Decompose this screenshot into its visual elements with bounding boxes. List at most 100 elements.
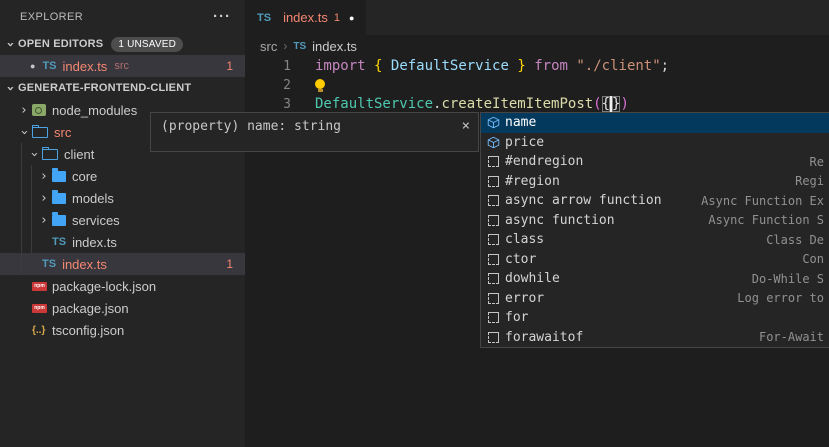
indent-guide (31, 165, 32, 253)
suggest-item-label: forawaitof (505, 330, 583, 345)
suggest-item-async-arrow-function[interactable]: async arrow functionAsync Function Ex (481, 191, 829, 211)
snippet-glyph (488, 234, 499, 245)
suggest-item-price[interactable]: price (481, 133, 829, 153)
snippet-symbol-icon (486, 233, 501, 247)
suggest-item-name[interactable]: name (481, 113, 829, 133)
suggest-item-label: #region (505, 174, 560, 189)
workspace-section-header[interactable]: › GENERATE-FRONTEND-CLIENT (0, 77, 245, 99)
snippet-glyph (488, 195, 499, 206)
folder-open-icon (32, 127, 48, 138)
open-editors-label: OPEN EDITORS (18, 38, 103, 50)
tab-bar: TS index.ts 1 ● (245, 0, 829, 35)
suggest-item-label: ctor (505, 252, 536, 267)
tree-item-label: index.ts (72, 235, 117, 250)
suggest-item-#region[interactable]: #region Regi (481, 172, 829, 192)
tree-item-services[interactable]: › services (0, 209, 245, 231)
tree-item-models[interactable]: ›models (0, 187, 245, 209)
explorer-sidebar: EXPLORER ··· › OPEN EDITORS 1 UNSAVED ● … (0, 0, 245, 447)
open-editor-file-label: index.ts (63, 59, 108, 74)
code-token: { (602, 96, 610, 112)
breadcrumb-file[interactable]: index.ts (312, 39, 357, 54)
npm-icon: npm (32, 304, 47, 313)
field-symbol-icon (486, 116, 501, 130)
snippet-symbol-icon (486, 330, 501, 344)
lightbulb-icon[interactable] (315, 78, 325, 92)
code-line[interactable]: 2 (245, 76, 829, 95)
code-token: } (517, 58, 525, 74)
suggest-item-detail: Regi (785, 174, 824, 188)
tree-item-label: package-lock.json (52, 279, 156, 294)
suggest-item-detail: For-Await (749, 330, 824, 344)
breadcrumb: src › TS index.ts (245, 35, 829, 57)
chevron-right-icon[interactable]: › (36, 170, 52, 183)
modified-dot-icon: ● (30, 61, 35, 71)
suggest-item-detail: Do-While S (742, 272, 824, 286)
tree-item-index.ts[interactable]: ›TSindex.ts (0, 231, 245, 253)
suggest-item-async-function[interactable]: async functionAsync Function S (481, 211, 829, 231)
code-line-content (291, 76, 325, 95)
snippet-glyph (488, 293, 499, 304)
code-token: ( (593, 96, 601, 112)
open-editor-description: src (114, 60, 129, 72)
tree-item-label: src (54, 125, 71, 140)
snippet-symbol-icon (486, 291, 501, 305)
error-squiggle: {} (602, 96, 621, 112)
error-count-badge: 1 (226, 59, 233, 73)
dirty-dot-icon[interactable]: ● (349, 13, 354, 23)
tree-item-package.json[interactable]: ›npmpackage.json (0, 297, 245, 319)
tree-item-label: package.json (52, 301, 129, 316)
tree-item-package-lock.json[interactable]: ›npmpackage-lock.json (0, 275, 245, 297)
suggest-item-label: name (505, 115, 536, 130)
typescript-icon: TS (293, 41, 306, 52)
breadcrumb-folder[interactable]: src (260, 39, 277, 54)
tooltip-text: (property) name: string (161, 119, 341, 134)
chevron-down-icon[interactable]: › (4, 36, 17, 52)
suggest-item-label: async function (505, 213, 615, 228)
suggest-item-detail: Con (792, 252, 824, 266)
chevron-right-icon[interactable]: › (36, 192, 52, 205)
open-editors-section-header[interactable]: › OPEN EDITORS 1 UNSAVED (0, 33, 245, 55)
suggest-item-#endregion[interactable]: #endregionRe (481, 152, 829, 172)
code-line-content: import { DefaultService } from "./client… (291, 57, 669, 76)
suggest-item-label: error (505, 291, 544, 306)
close-icon[interactable]: × (462, 119, 470, 133)
snippet-symbol-icon (486, 194, 501, 208)
tab-index-ts[interactable]: TS index.ts 1 ● (245, 0, 366, 35)
tree-item-label: core (72, 169, 97, 184)
open-editor-item-index-ts[interactable]: ● TS index.ts src 1 (0, 55, 245, 77)
snippet-symbol-icon (486, 213, 501, 227)
explorer-title: EXPLORER (20, 11, 83, 23)
folder-open-icon (42, 149, 58, 160)
code-token (526, 58, 534, 74)
tree-item-label: index.ts (62, 257, 107, 272)
suggest-item-forawaitof[interactable]: forawaitof For-Await (481, 328, 829, 348)
typescript-icon: TS (52, 236, 66, 248)
suggest-item-error[interactable]: errorLog error to (481, 289, 829, 309)
suggest-item-ctor[interactable]: ctor Con (481, 250, 829, 270)
suggest-item-label: price (505, 135, 544, 150)
suggest-item-label: dowhile (505, 271, 560, 286)
tree-item-tsconfig.json[interactable]: ›{..}tsconfig.json (0, 319, 245, 341)
workspace-label: GENERATE-FRONTEND-CLIENT (18, 82, 191, 94)
snippet-glyph (488, 332, 499, 343)
field-symbol-icon (486, 135, 501, 149)
chevron-down-icon[interactable]: › (28, 146, 41, 162)
suggest-item-class[interactable]: classClass De (481, 230, 829, 250)
indent-guide (21, 143, 22, 275)
snippet-glyph (488, 176, 499, 187)
chevron-down-icon[interactable]: › (4, 80, 17, 96)
tree-item-index.ts[interactable]: ›TSindex.ts1 (0, 253, 245, 275)
suggest-item-dowhile[interactable]: dowhile Do-While S (481, 269, 829, 289)
chevron-right-icon[interactable]: › (36, 214, 52, 227)
chevron-right-icon[interactable]: › (16, 104, 32, 117)
more-actions-icon[interactable]: ··· (213, 12, 231, 22)
snippet-symbol-icon (486, 174, 501, 188)
line-number: 2 (245, 76, 291, 95)
tree-item-label: services (72, 213, 120, 228)
chevron-down-icon[interactable]: › (18, 124, 31, 140)
tree-item-core[interactable]: › core (0, 165, 245, 187)
code-line[interactable]: 1import { DefaultService } from "./clien… (245, 57, 829, 76)
line-number: 1 (245, 57, 291, 76)
suggest-item-for[interactable]: for (481, 308, 829, 328)
code-editor[interactable]: 1import { DefaultService } from "./clien… (245, 57, 829, 114)
